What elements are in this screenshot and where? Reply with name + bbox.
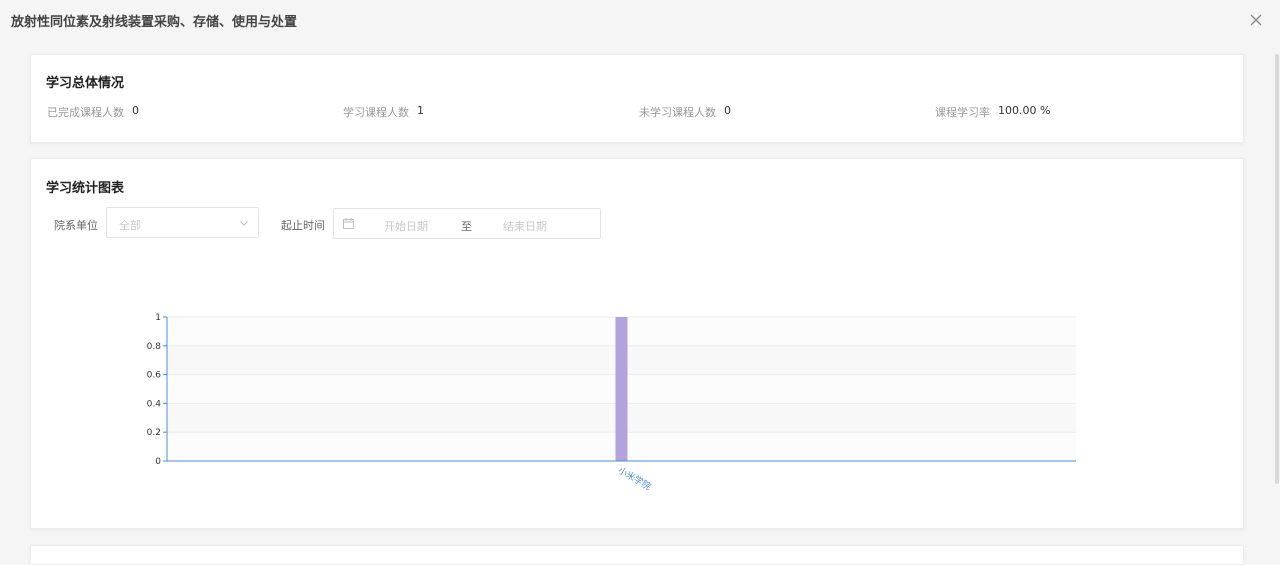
stat-label: 课程学习率 [935,106,990,119]
grid-band [167,403,1076,433]
y-tick-label: 0.6 [147,371,162,381]
y-tick-label: 1 [155,313,161,323]
date-filter-label: 起止时间 [281,219,325,232]
date-range-picker[interactable]: 开始日期 至 结束日期 [333,208,601,239]
stat-value: 0 [132,104,139,117]
x-tick-label: 小米学院 [616,464,653,492]
grid-band [167,374,1076,404]
overview-title: 学习总体情况 [46,76,125,91]
department-select-value: 全部 [119,219,141,232]
y-tick-label: 0.4 [147,399,162,409]
stat-not-learning: 未学习课程人数 0 [639,104,731,120]
stat-completed: 已完成课程人数 0 [47,104,139,120]
close-icon[interactable] [1247,11,1265,29]
dialog-header: 放射性同位素及射线装置采购、存储、使用与处置 [0,0,1280,40]
dialog-title: 放射性同位素及射线装置采购、存储、使用与处置 [11,15,298,30]
stats-chart-card: 学习统计图表 院系单位 全部 起止时间 开始日期 至 结束日期 小米学院 0 0.2… [30,158,1244,529]
y-tick-label: 0.8 [147,342,162,352]
y-tick-label: 0.2 [147,428,161,438]
start-date-input[interactable]: 开始日期 [384,218,428,234]
scrollbar-thumb[interactable] [1275,54,1279,484]
stat-label: 已完成课程人数 [47,106,124,119]
stat-label: 学习课程人数 [343,106,409,119]
stat-rate: 课程学习率 100.00 % [935,104,1050,120]
stat-label: 未学习课程人数 [639,106,716,119]
chevron-down-icon [240,221,248,226]
stat-value: 1 [417,104,424,117]
stat-value: 100.00 % [998,104,1051,117]
grid-band [167,345,1076,375]
calendar-icon [343,218,354,229]
grid-band [167,317,1076,346]
overview-card: 学习总体情况 已完成课程人数 0 学习课程人数 1 未学习课程人数 0 课程学习… [30,54,1244,143]
department-select[interactable]: 全部 [106,207,259,238]
date-separator: 至 [461,220,472,233]
stats-chart-title: 学习统计图表 [46,181,125,196]
bar [615,317,628,461]
y-tick-label: 0 [155,457,161,467]
next-section-card [30,545,1244,565]
grid-band [167,432,1076,461]
department-filter-label: 院系单位 [54,219,98,232]
stat-value: 0 [724,104,731,117]
end-date-input[interactable]: 结束日期 [503,218,547,234]
stat-learning: 学习课程人数 1 [343,104,424,120]
